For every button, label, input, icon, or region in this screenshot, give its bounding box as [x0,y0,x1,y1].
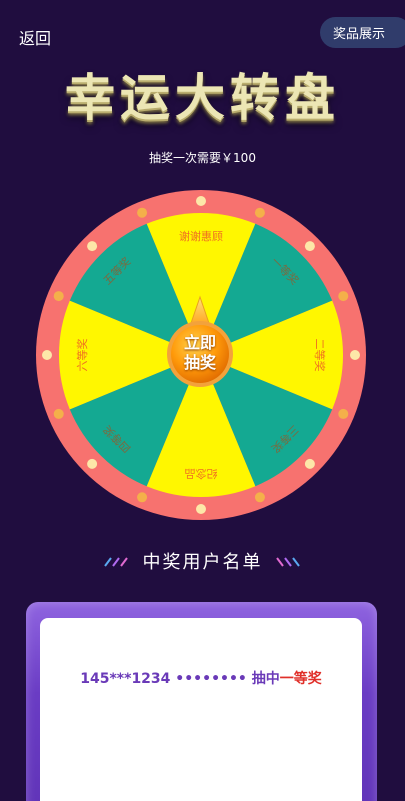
rim-light [87,241,98,252]
winner-row: 145***1234 •••••••• 抽中一等奖 [40,668,362,688]
rim-light [338,408,349,419]
back-button[interactable]: 返回 [19,25,51,49]
rim-light [42,350,52,360]
left-slash-decoration-icon [103,557,128,567]
wheel-segment-label: 六等奖 [75,339,89,372]
rim-light [87,458,98,469]
winners-heading: 中奖用户名单 [0,548,405,574]
rim-light [137,207,148,218]
wheel-segment-label: 二等奖 [313,339,327,372]
rim-light [53,408,64,419]
wheel-segment-label: 纪念品 [185,467,218,481]
right-slash-decoration-icon [275,557,300,567]
rim-light [350,350,360,360]
winner-phone: 145***1234 [80,671,171,687]
winner-action: 抽中 [251,671,280,687]
winner-dots: •••••••• [175,671,247,687]
rim-light [137,492,148,503]
rim-light [196,504,206,514]
start-draw-button[interactable] [165,295,235,395]
cost-text: 抽奖一次需要￥100 [149,151,256,165]
rim-light [254,207,265,218]
winner-prize: 一等奖 [279,671,322,687]
winners-title: 中奖用户名单 [142,552,263,573]
rim-light [304,241,315,252]
prizes-display-button[interactable]: 奖品展示 [320,17,405,48]
page-title: 幸运大转盘 [65,68,340,127]
rim-light [53,291,64,302]
rim-light [338,291,349,302]
rim-light [196,196,206,206]
wheel-segment-label: 谢谢惠顾 [179,229,223,243]
rim-light [304,458,315,469]
winners-panel [40,618,362,801]
rim-light [254,492,265,503]
